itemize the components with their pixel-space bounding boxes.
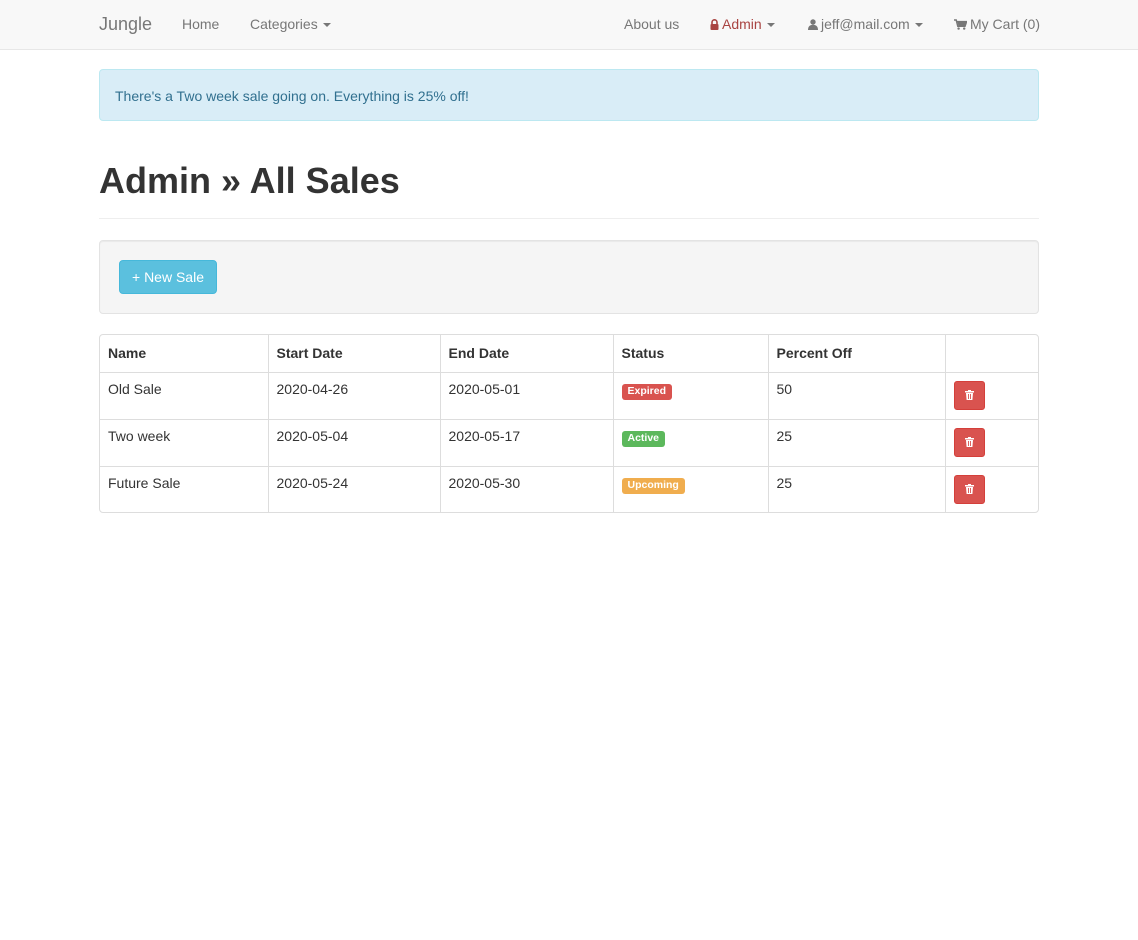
cell-end-date: 2020-05-17 (440, 419, 614, 467)
cell-name: Old Sale (100, 372, 269, 420)
sales-table-grid: Name Start Date End Date Status Percent … (100, 335, 1038, 512)
cell-name: Two week (100, 419, 269, 467)
cell-status: Upcoming (613, 466, 769, 512)
brand-link[interactable]: Jungle (99, 14, 152, 35)
table-header-row: Name Start Date End Date Status Percent … (100, 335, 1038, 373)
column-header-start-date: Start Date (268, 335, 441, 373)
cell-start-date: 2020-05-04 (268, 419, 441, 467)
table-row: Old Sale 2020-04-26 2020-05-01 Expired 5… (100, 372, 1038, 420)
nav-home-link[interactable]: Home (182, 16, 219, 32)
nav-admin-dropdown[interactable]: Admin (710, 16, 775, 32)
cell-name: Future Sale (100, 466, 269, 512)
table-row: Two week 2020-05-04 2020-05-17 Active 25 (100, 419, 1038, 467)
chevron-down-icon (914, 23, 923, 28)
table-row: Future Sale 2020-05-24 2020-05-30 Upcomi… (100, 466, 1038, 512)
page-title: Admin » All Sales (99, 160, 400, 201)
chevron-down-icon (322, 23, 331, 28)
top-navbar: Jungle Home Categories About us Admin je… (0, 0, 1138, 50)
nav-categories-dropdown[interactable]: Categories (250, 16, 331, 32)
cell-actions (945, 372, 1038, 420)
cell-start-date: 2020-04-26 (268, 372, 441, 420)
cell-start-date: 2020-05-24 (268, 466, 441, 512)
cell-percent-off: 50 (768, 372, 946, 420)
lock-icon (710, 19, 719, 30)
delete-sale-button[interactable] (953, 474, 985, 504)
toolbar-well: + New Sale (99, 240, 1039, 314)
column-header-name: Name (100, 335, 269, 373)
cell-actions (945, 419, 1038, 467)
cell-status: Active (613, 419, 769, 467)
nav-cart-link[interactable]: My Cart (0) (954, 16, 1040, 32)
new-sale-button[interactable]: + New Sale (119, 260, 217, 294)
nav-categories-label: Categories (250, 16, 318, 32)
chevron-down-icon (766, 23, 775, 28)
shopping-cart-icon (954, 19, 967, 30)
trash-icon (964, 484, 974, 494)
nav-user-dropdown[interactable]: jeff@mail.com (808, 16, 923, 32)
column-header-end-date: End Date (440, 335, 614, 373)
sale-alert: There's a Two week sale going on. Everyt… (99, 69, 1039, 121)
trash-icon (964, 390, 974, 400)
column-header-status: Status (613, 335, 769, 373)
status-badge: Expired (621, 383, 673, 401)
user-icon (808, 19, 818, 30)
cell-status: Expired (613, 372, 769, 420)
nav-about-label: About us (624, 16, 680, 32)
nav-user-email: jeff@mail.com (821, 16, 910, 32)
column-header-actions (945, 335, 1038, 373)
table-body: Old Sale 2020-04-26 2020-05-01 Expired 5… (100, 372, 1038, 512)
status-badge: Upcoming (621, 477, 685, 495)
sale-alert-text: There's a Two week sale going on. Everyt… (115, 88, 469, 104)
nav-home-label: Home (182, 16, 220, 32)
cell-percent-off: 25 (768, 466, 946, 512)
nav-about-link[interactable]: About us (624, 16, 679, 32)
cell-percent-off: 25 (768, 419, 946, 467)
delete-sale-button[interactable] (953, 427, 985, 457)
navbar-container: Jungle Home Categories About us Admin je… (99, 0, 1040, 49)
title-divider (99, 218, 1039, 219)
nav-cart-label: My Cart (0) (970, 16, 1040, 32)
cell-actions (945, 466, 1038, 512)
sales-table: Name Start Date End Date Status Percent … (99, 334, 1039, 513)
nav-admin-label: Admin (722, 16, 762, 32)
cell-end-date: 2020-05-01 (440, 372, 614, 420)
trash-icon (964, 437, 974, 447)
column-header-percent-off: Percent Off (768, 335, 946, 373)
cell-end-date: 2020-05-30 (440, 466, 614, 512)
status-badge: Active (621, 430, 666, 448)
delete-sale-button[interactable] (953, 380, 985, 410)
